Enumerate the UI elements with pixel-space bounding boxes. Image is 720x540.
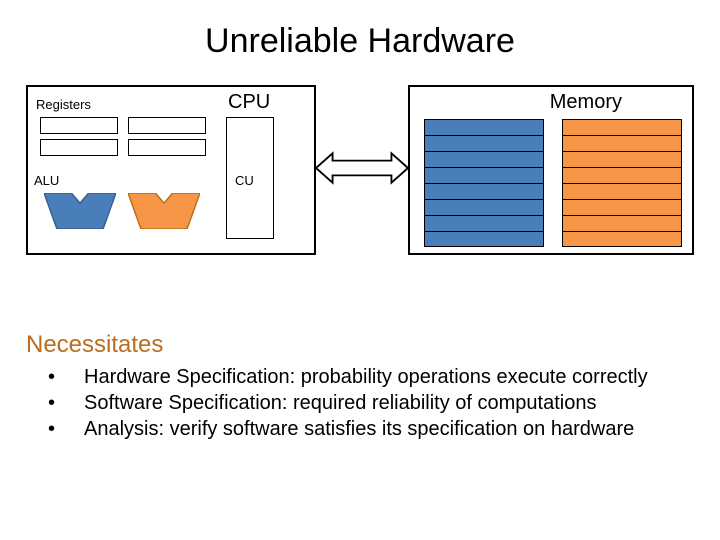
register-cell — [128, 117, 206, 134]
subheading: Necessitates — [26, 331, 694, 359]
cpu-box: Registers ALU CU CPU — [26, 85, 316, 255]
memory-label: Memory — [550, 91, 622, 114]
alu-shape-blue — [44, 193, 116, 229]
slide-title: Unreliable Hardware — [0, 0, 720, 61]
bus-arrow-icon — [316, 149, 408, 187]
list-item: Software Specification: required reliabi… — [66, 391, 694, 415]
alu-label: ALU — [34, 173, 59, 188]
bullet-list: Hardware Specification: probability oper… — [26, 365, 694, 441]
list-item: Analysis: verify software satisfies its … — [66, 417, 694, 441]
cpu-label: CPU — [228, 91, 270, 114]
memory-bank-orange — [562, 119, 682, 247]
hardware-diagram: Registers ALU CU CPU Memory — [26, 85, 694, 285]
alu-shape-orange — [128, 193, 200, 229]
text-section: Necessitates Hardware Specification: pro… — [26, 331, 694, 441]
register-cell — [128, 139, 206, 156]
list-item: Hardware Specification: probability oper… — [66, 365, 694, 389]
memory-bank-blue — [424, 119, 544, 247]
register-cell — [40, 139, 118, 156]
register-cell — [40, 117, 118, 134]
cu-label: CU — [235, 173, 254, 188]
registers-label: Registers — [36, 97, 91, 112]
memory-box: Memory — [408, 85, 694, 255]
